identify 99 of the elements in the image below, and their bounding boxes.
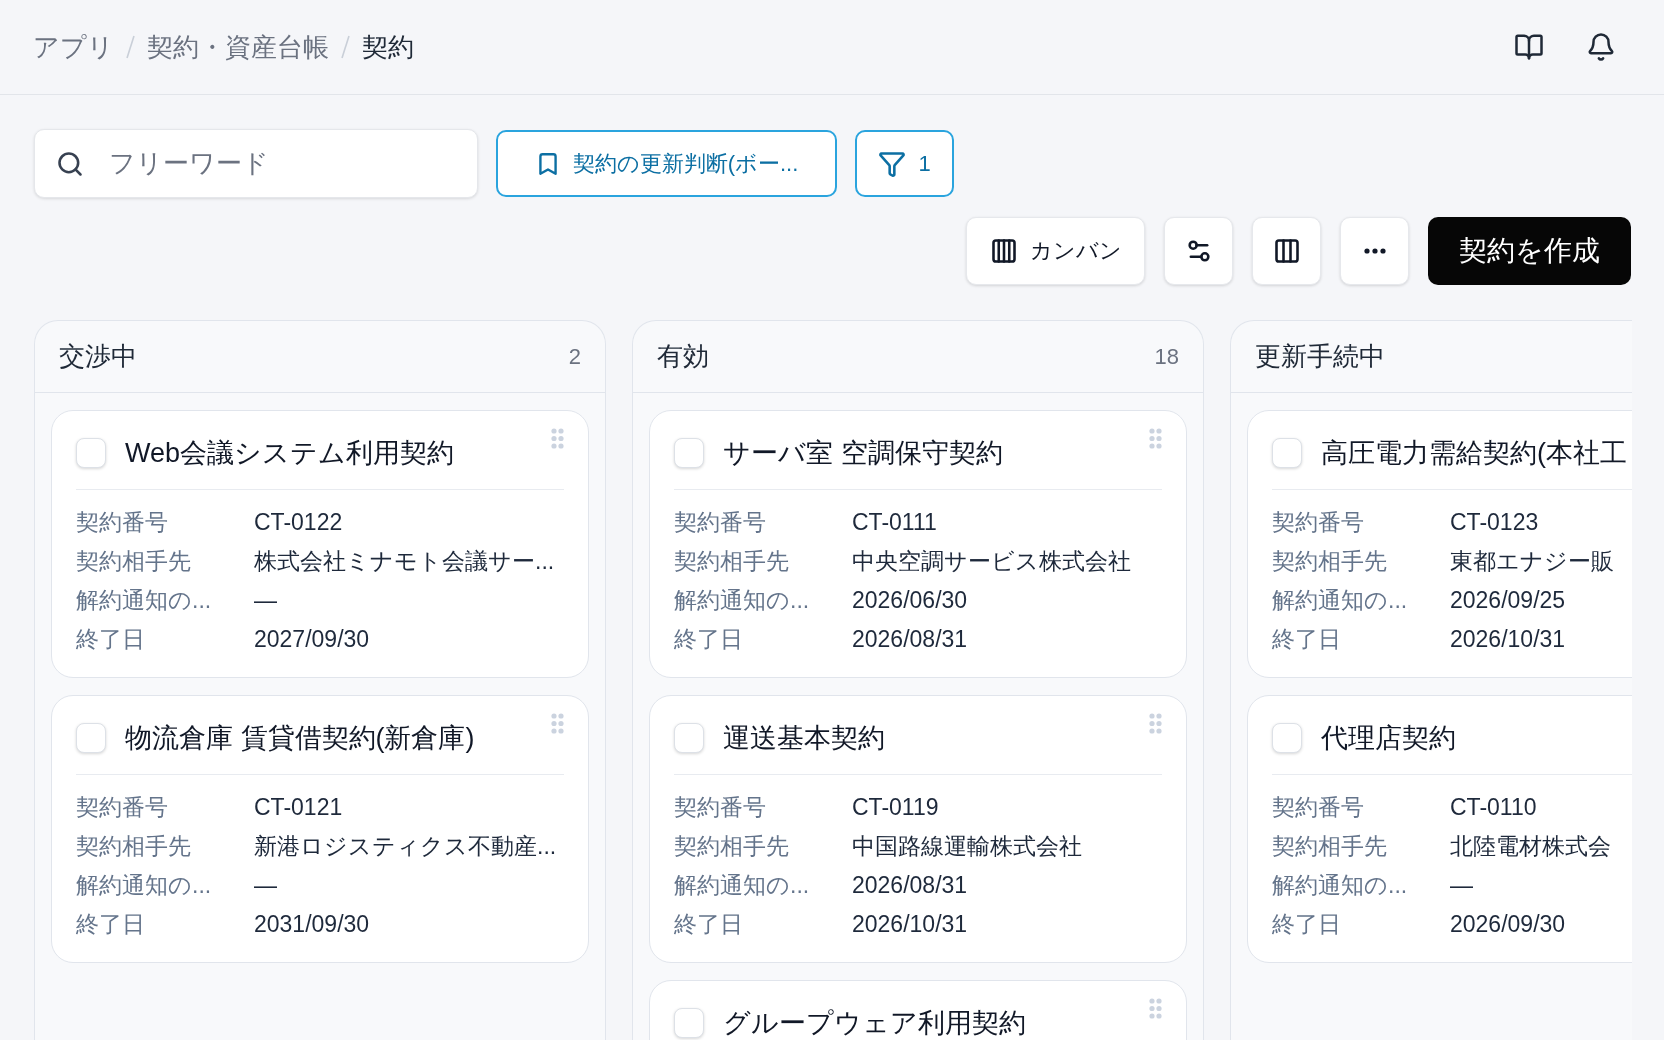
drag-handle-icon[interactable] — [551, 428, 564, 449]
drag-handle-icon[interactable] — [1149, 428, 1162, 449]
field-value: 新港ロジスティクス不動産... — [254, 832, 557, 861]
field-label: 契約番号 — [674, 793, 767, 822]
card-title: 代理店契約 — [1321, 721, 1456, 755]
checkbox[interactable] — [76, 437, 106, 468]
settings-button[interactable] — [1164, 217, 1233, 285]
card-title: 高圧電力需給契約(本社工 — [1321, 436, 1627, 470]
field-label: 終了日 — [76, 625, 146, 654]
checkbox[interactable] — [76, 722, 106, 753]
contract-card[interactable]: グループウェア利用契約 — [649, 980, 1187, 1040]
field-label: 終了日 — [674, 625, 744, 654]
breadcrumb-link[interactable]: 契約・資産台帳 — [147, 29, 329, 65]
column-title: 有効 — [657, 340, 709, 373]
field-label: 契約相手先 — [674, 832, 790, 861]
card-title: 物流倉庫 賃貸借契約(新倉庫) — [125, 721, 475, 755]
field-value: 2026/10/31 — [1450, 625, 1566, 654]
drag-handle-icon[interactable] — [1149, 998, 1162, 1019]
field-value: 中国路線運輸株式会社 — [852, 832, 1082, 861]
field-label: 契約相手先 — [76, 832, 192, 861]
field-value: 2026/09/30 — [1450, 910, 1566, 939]
card-title: Web会議システム利用契約 — [125, 436, 455, 470]
field-label: 解約通知の... — [1272, 871, 1409, 900]
field-label: 解約通知の... — [674, 586, 811, 615]
ellipsis-icon — [1363, 248, 1386, 254]
column-title: 更新手続中 — [1255, 340, 1385, 373]
field-label: 契約相手先 — [1272, 832, 1388, 861]
field-value: — — [254, 586, 277, 615]
field-value: CT-0121 — [254, 793, 343, 822]
column-count: 2 — [568, 343, 581, 370]
field-value: CT-0119 — [852, 793, 939, 822]
bell-icon[interactable] — [1586, 32, 1616, 62]
breadcrumb-link[interactable]: 契約 — [362, 29, 414, 65]
contract-card[interactable]: 代理店契約 契約番号 CT-0110 契約相手先 北陸電材株式会 解約通知の... — 終了日 2026/09/30 — [1247, 695, 1632, 963]
breadcrumb-link[interactable]: アプリ — [33, 29, 114, 65]
contract-card[interactable]: 高圧電力需給契約(本社工 契約番号 CT-0123 契約相手先 東都エナジー販 解約通知の... 2026/09/25 終了日 2026/10/31 — [1247, 410, 1632, 678]
checkbox[interactable] — [674, 1007, 704, 1038]
contract-card[interactable]: 物流倉庫 賃貸借契約(新倉庫) 契約番号 CT-0121 契約相手先 新港ロジスティクス不動産... 解約通知の... — 終了日 2031/09/30 — [51, 695, 589, 963]
field-label: 終了日 — [1272, 625, 1342, 654]
field-value: 東都エナジー販 — [1450, 547, 1614, 576]
field-label: 解約通知の... — [674, 871, 811, 900]
field-value: 中央空調サービス株式会社 — [852, 547, 1131, 576]
create-contract-button[interactable]: 契約を作成 — [1428, 217, 1631, 285]
card-title: グループウェア利用契約 — [723, 1006, 1026, 1040]
field-label: 契約番号 — [76, 793, 169, 822]
drag-handle-icon[interactable] — [1149, 713, 1162, 734]
slash-icon — [341, 35, 350, 59]
checkbox[interactable] — [674, 437, 704, 468]
field-label: 契約相手先 — [1272, 547, 1388, 576]
contract-card[interactable]: 運送基本契約 契約番号 CT-0119 契約相手先 中国路線運輸株式会社 解約通知の... 2026/08/31 終了日 2026/10/31 — [649, 695, 1187, 963]
field-label: 解約通知の... — [76, 586, 213, 615]
field-label: 解約通知の... — [76, 871, 213, 900]
column-title: 交渉中 — [59, 340, 137, 373]
search-field[interactable]: フリーワード — [34, 129, 478, 198]
filter-icon — [878, 149, 907, 178]
field-label: 契約相手先 — [76, 547, 192, 576]
checkbox[interactable] — [674, 722, 704, 753]
slash-icon — [126, 35, 135, 59]
drag-handle-icon[interactable] — [551, 713, 564, 734]
contract-card[interactable]: Web会議システム利用契約 契約番号 CT-0122 契約相手先 株式会社ミナモト会議サー... 解約通知の... — 終了日 2027/09/30 — [51, 410, 589, 678]
book-icon[interactable] — [1514, 32, 1544, 62]
card-title: 運送基本契約 — [723, 721, 885, 755]
field-value: — — [254, 871, 277, 900]
field-value: CT-0110 — [1450, 793, 1537, 822]
filter-button[interactable]: 1 — [855, 130, 954, 197]
field-label: 終了日 — [76, 910, 146, 939]
column-count: 18 — [1154, 343, 1179, 370]
contract-card[interactable]: サーバ室 空調保守契約 契約番号 CT-0111 契約相手先 中央空調サービス株式会社 解約通知の... 2026/06/30 終了日 2026/08/31 — [649, 410, 1187, 678]
field-label: 契約番号 — [1272, 508, 1365, 537]
search-icon — [56, 149, 84, 178]
view-switch-button[interactable]: カンバン — [966, 217, 1145, 285]
field-value: 2026/10/31 — [852, 910, 968, 939]
field-label: 契約番号 — [1272, 793, 1365, 822]
columns-icon — [989, 237, 1018, 265]
field-label: 終了日 — [1272, 910, 1342, 939]
saved-view-button[interactable]: 契約の更新判断(ボー... — [496, 130, 837, 197]
checkbox[interactable] — [1272, 437, 1302, 468]
field-value: 2026/08/31 — [852, 871, 968, 900]
columns-button[interactable] — [1252, 217, 1321, 285]
field-label: 契約番号 — [76, 508, 169, 537]
field-value: — — [1450, 871, 1473, 900]
field-value: CT-0122 — [254, 508, 343, 537]
field-value: CT-0111 — [852, 508, 937, 537]
card-title: サーバ室 空調保守契約 — [723, 436, 1003, 470]
field-label: 契約相手先 — [674, 547, 790, 576]
field-value: 2026/06/30 — [852, 586, 968, 615]
field-value: 2026/08/31 — [852, 625, 968, 654]
field-value: 株式会社ミナモト会議サー... — [254, 547, 555, 576]
field-value: CT-0123 — [1450, 508, 1539, 537]
field-label: 契約番号 — [674, 508, 767, 537]
checkbox[interactable] — [1272, 722, 1302, 753]
more-button[interactable] — [1340, 217, 1409, 285]
field-value: 2031/09/30 — [254, 910, 370, 939]
field-value: 2026/09/25 — [1450, 586, 1566, 615]
field-label: 終了日 — [674, 910, 744, 939]
field-label: 解約通知の... — [1272, 586, 1409, 615]
columns-icon — [1272, 237, 1301, 265]
field-value: 北陸電材株式会 — [1450, 832, 1611, 861]
field-value: 2027/09/30 — [254, 625, 370, 654]
